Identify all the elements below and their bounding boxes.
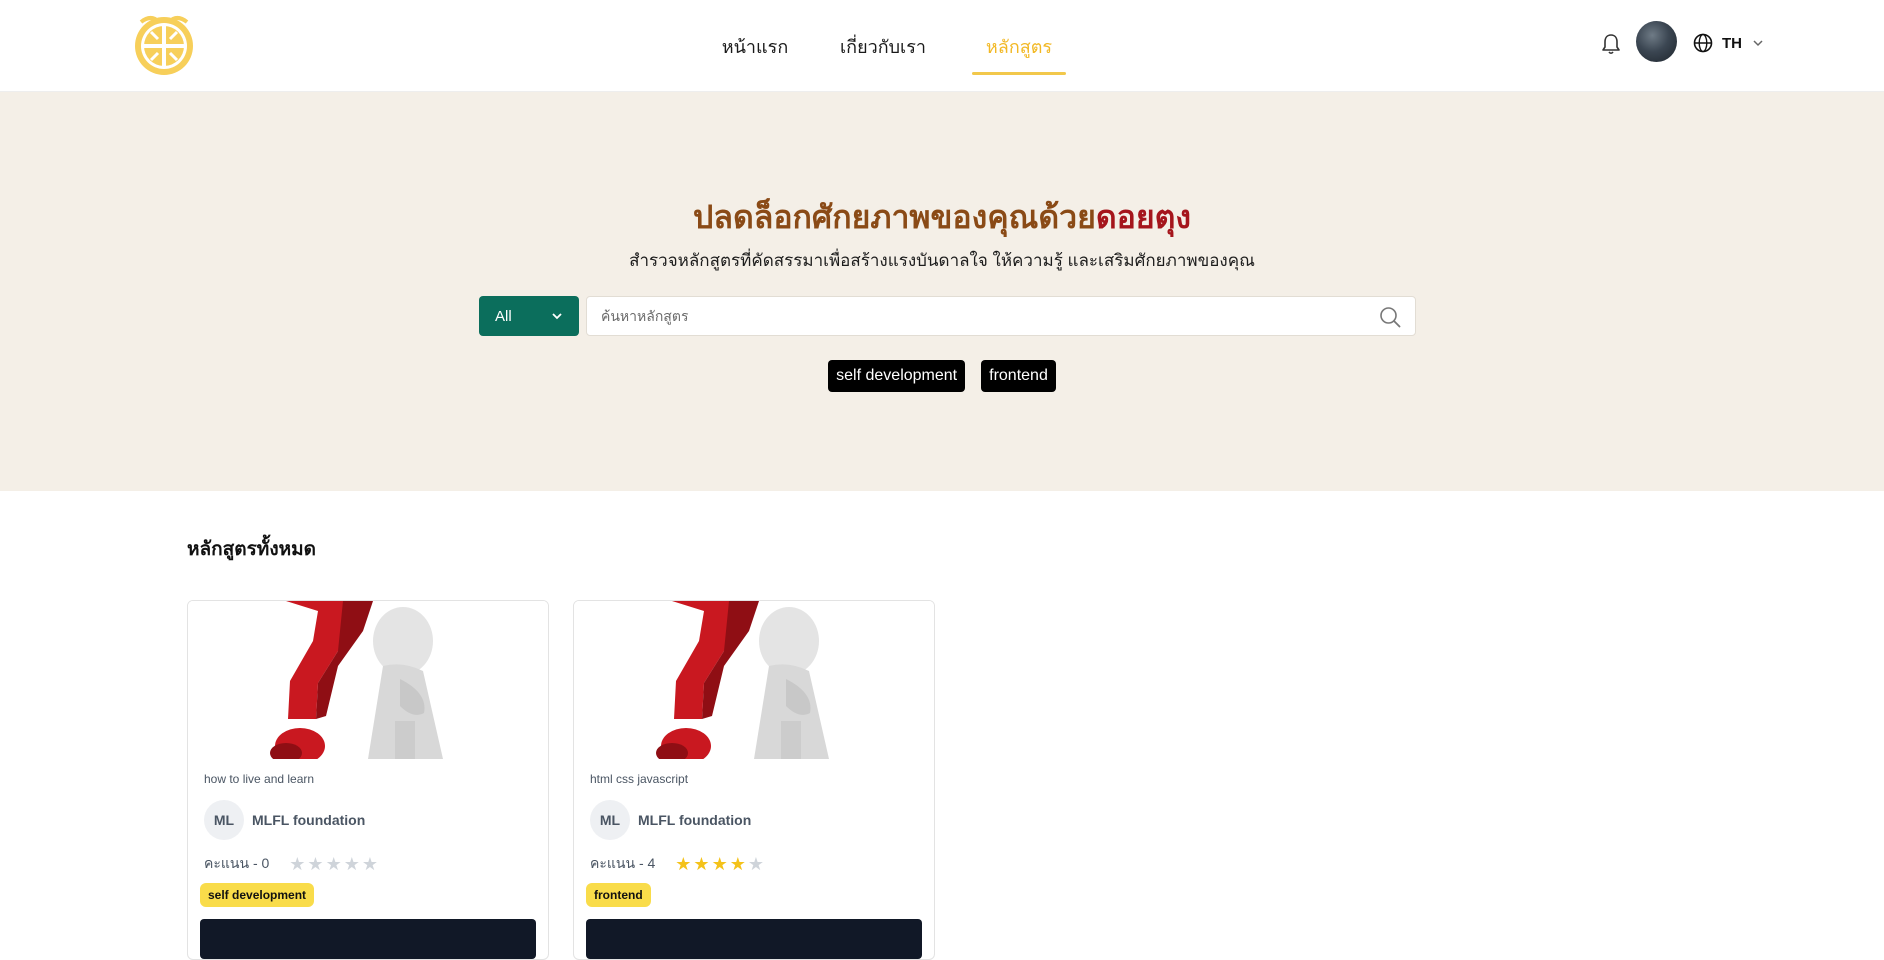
course-organization: ML MLFL foundation <box>204 800 365 840</box>
hero-section: ปลดล็อกศักยภาพของคุณด้วยดอยตุง สำรวจหลัก… <box>0 92 1884 491</box>
course-title[interactable]: html css javascript <box>590 772 688 786</box>
hero-title-brand: ดอยตุง <box>1095 199 1191 235</box>
language-code: TH <box>1722 34 1742 52</box>
category-badge: self development <box>200 883 315 907</box>
course-organization: ML MLFL foundation <box>590 800 751 840</box>
course-card[interactable]: html css javascript ML MLFL foundation ค… <box>573 600 935 960</box>
course-search <box>586 296 1416 336</box>
category-select[interactable]: All <box>479 296 579 336</box>
hero-subtitle: สำรวจหลักสูตรที่คัดสรรมาเพื่อสร้างแรงบัน… <box>629 251 1255 270</box>
course-action-button[interactable] <box>200 919 536 959</box>
tag-frontend[interactable]: frontend <box>981 360 1056 392</box>
org-name: MLFL foundation <box>638 812 752 828</box>
search-icon[interactable] <box>1379 306 1401 328</box>
rating-label: คะแนน - 0 <box>204 855 270 871</box>
globe-icon <box>1693 33 1713 53</box>
nav-about[interactable]: เกี่ยวกับเรา <box>810 0 956 92</box>
section-title: หลักสูตรทั้งหมด <box>187 539 317 560</box>
org-name: MLFL foundation <box>252 812 366 828</box>
search-input[interactable] <box>601 297 1361 335</box>
rating-stars: ★ ★ ★ ★ ★ <box>675 855 766 873</box>
org-avatar: ML <box>204 800 244 840</box>
course-action-button[interactable] <box>586 919 922 959</box>
doitung-logo[interactable] <box>131 12 197 76</box>
course-thumbnail <box>574 601 934 759</box>
org-avatar: ML <box>590 800 630 840</box>
star-icon: ★ <box>361 854 378 874</box>
course-card[interactable]: how to live and learn ML MLFL foundation… <box>187 600 549 960</box>
star-icon: ★ <box>289 854 306 874</box>
bell-icon[interactable] <box>1600 32 1622 56</box>
main-nav: หน้าแรก เกี่ยวกับเรา หลักสูตร <box>700 0 1074 92</box>
star-icon: ★ <box>675 854 692 874</box>
category-badge: frontend <box>586 883 651 907</box>
rating-label: คะแนน - 4 <box>590 855 656 871</box>
star-icon: ★ <box>307 854 324 874</box>
hero-title: ปลดล็อกศักยภาพของคุณด้วยดอยตุง <box>0 192 1884 243</box>
nav-courses[interactable]: หลักสูตร <box>964 0 1074 92</box>
chevron-down-icon <box>1753 40 1763 47</box>
course-rating: คะแนน - 4 ★ ★ ★ ★ ★ <box>590 853 766 875</box>
star-icon: ★ <box>747 854 764 874</box>
course-rating: คะแนน - 0 ★ ★ ★ ★ ★ <box>204 853 380 875</box>
nav-home[interactable]: หน้าแรก <box>700 0 810 92</box>
category-select-value: All <box>495 307 512 325</box>
language-switcher[interactable]: TH <box>1693 31 1764 55</box>
course-title[interactable]: how to live and learn <box>204 772 314 786</box>
star-icon: ★ <box>325 854 342 874</box>
star-icon: ★ <box>343 854 360 874</box>
top-navbar: หน้าแรก เกี่ยวกับเรา หลักสูตร TH <box>0 0 1884 92</box>
chevron-down-icon <box>552 313 562 320</box>
star-icon: ★ <box>693 854 710 874</box>
star-icon: ★ <box>711 854 728 874</box>
tag-self-development[interactable]: self development <box>828 360 966 392</box>
tag-filter-list: self development frontend <box>0 360 1884 392</box>
hero-title-prefix: ปลดล็อกศักยภาพของคุณด้วย <box>693 199 1096 235</box>
user-avatar[interactable] <box>1636 21 1677 62</box>
rating-stars: ★ ★ ★ ★ ★ <box>289 855 380 873</box>
course-thumbnail <box>188 601 548 759</box>
star-icon: ★ <box>729 854 746 874</box>
